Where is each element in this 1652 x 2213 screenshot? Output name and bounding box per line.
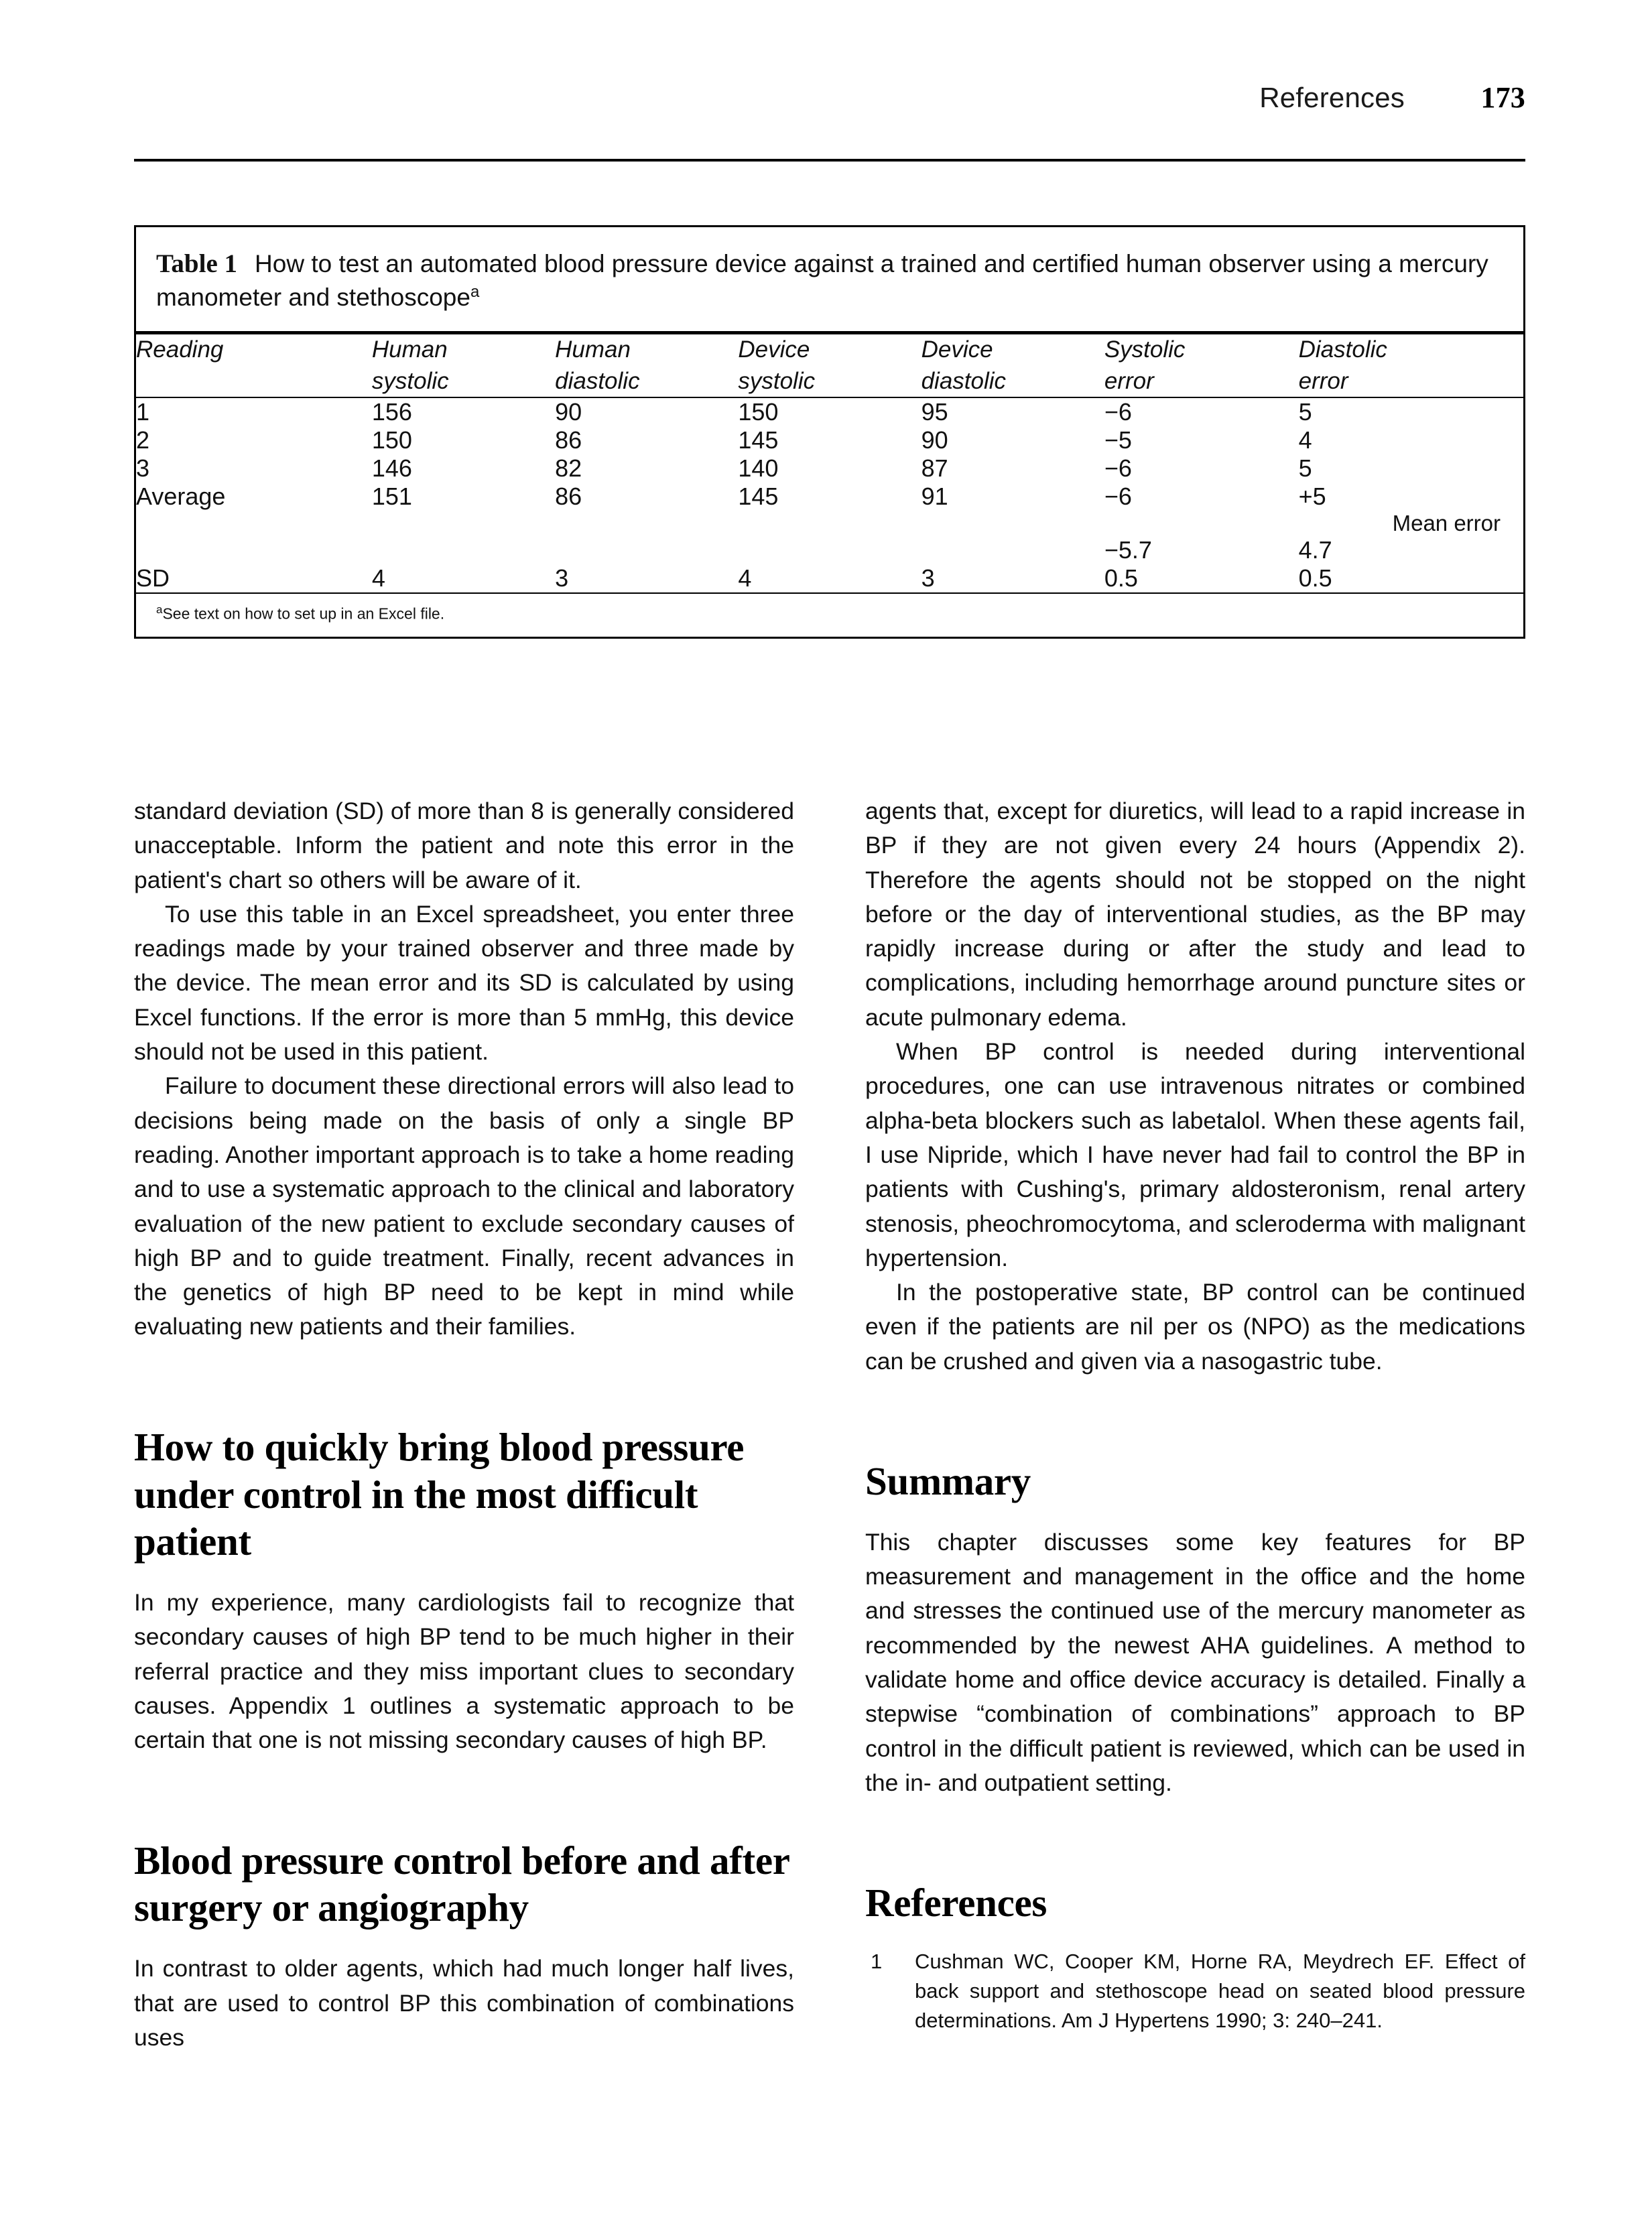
paragraph: When BP control is needed during interve… xyxy=(865,1038,1525,1271)
cell-reading: 3 xyxy=(136,454,150,483)
section-heading-quick-bp-control: How to quickly bring blood pressure unde… xyxy=(134,1424,745,1564)
table-1-grid: Reading Human systolic Human diastolic D… xyxy=(136,334,1523,397)
column-header-device-diastolic: Device diastolic xyxy=(921,336,1007,394)
cell-human-diastolic: 3 xyxy=(555,564,569,592)
paragraph: This chapter discusses some key features… xyxy=(865,1528,1525,1796)
table-row: 1 156 90 150 95 −6 5 xyxy=(136,398,1523,426)
references-list: 1 Cushman WC, Cooper KM, Horne RA, Meydr… xyxy=(865,1947,1525,2035)
cell-human-systolic: 156 xyxy=(371,398,412,426)
section-heading-bp-control-surgery: Blood pressure control before and after … xyxy=(134,1838,789,1930)
table-footnote: aSee text on how to set up in an Excel f… xyxy=(136,594,1523,637)
table-row-mean-error-label: Mean error xyxy=(136,511,1523,536)
column-left: standard deviation (SD) of more than 8 i… xyxy=(134,794,794,2055)
column-header-human-systolic: Human systolic xyxy=(371,336,449,394)
section-heading-summary: Summary xyxy=(865,1459,1031,1504)
cell-device-systolic: 150 xyxy=(738,398,779,426)
document-page: References 173 Table 1 How to test an aut… xyxy=(0,0,1652,2213)
cell-reading: 2 xyxy=(136,426,150,454)
cell-reading: Average xyxy=(136,483,226,511)
cell-device-systolic: 4 xyxy=(738,564,752,592)
section-heading-references: References xyxy=(865,1881,1047,1925)
cell-systolic-error: −5 xyxy=(1104,426,1132,454)
cell-human-systolic: 4 xyxy=(371,564,385,592)
paragraph: standard deviation (SD) of more than 8 i… xyxy=(134,798,794,893)
table-1-body: 1 156 90 150 95 −6 5 2 150 86 145 90 −5 … xyxy=(136,398,1523,592)
cell-human-systolic: 151 xyxy=(371,483,412,511)
paragraph: In the postoperative state, BP control c… xyxy=(865,1279,1525,1375)
cell-device-diastolic: 3 xyxy=(921,564,935,592)
cell-device-systolic: 145 xyxy=(738,483,779,511)
table-caption-number: Table 1 xyxy=(156,249,238,278)
table-caption: Table 1 How to test an automated blood pr… xyxy=(136,227,1523,331)
table-row-average: Average 151 86 145 91 −6 +5 xyxy=(136,483,1523,511)
paragraph: To use this table in an Excel spreadshee… xyxy=(134,900,794,1066)
cell-systolic-error: −6 xyxy=(1104,454,1132,483)
cell-diastolic-error: 5 xyxy=(1298,454,1312,483)
cell-device-systolic: 145 xyxy=(738,426,779,454)
column-header-systolic-error: Systolic error xyxy=(1104,336,1186,394)
cell-reading: 1 xyxy=(136,398,150,426)
paragraph: agents that, except for diuretics, will … xyxy=(865,798,1525,1031)
cell-human-systolic: 146 xyxy=(371,454,412,483)
paragraph: Failure to document these directional er… xyxy=(134,1072,794,1340)
cell-device-diastolic: 90 xyxy=(921,426,948,454)
cell-diastolic-error: 5 xyxy=(1298,398,1312,426)
reference-number: 1 xyxy=(871,1950,883,1974)
mean-error-diastolic: 4.7 xyxy=(1298,536,1332,564)
cell-human-diastolic: 86 xyxy=(555,483,582,511)
paragraph: In my experience, many cardiologists fai… xyxy=(134,1589,794,1754)
mean-error-systolic: −5.7 xyxy=(1104,536,1152,564)
cell-human-diastolic: 90 xyxy=(555,398,582,426)
cell-device-systolic: 140 xyxy=(738,454,779,483)
page-number: 173 xyxy=(1480,81,1525,114)
cell-systolic-error: −6 xyxy=(1104,398,1132,426)
cell-device-diastolic: 91 xyxy=(921,483,948,511)
reference-item: 1 Cushman WC, Cooper KM, Horne RA, Meydr… xyxy=(865,1947,1525,2035)
running-head-divider xyxy=(134,159,1525,162)
paragraph: In contrast to older agents, which had m… xyxy=(134,1955,794,2051)
cell-diastolic-error: 0.5 xyxy=(1298,564,1332,592)
cell-human-diastolic: 86 xyxy=(555,426,582,454)
running-head: References 173 xyxy=(134,80,1525,115)
cell-systolic-error: 0.5 xyxy=(1104,564,1138,592)
table-header-row: Reading Human systolic Human diastolic D… xyxy=(136,334,1523,397)
cell-diastolic-error: 4 xyxy=(1298,426,1312,454)
column-header-human-diastolic: Human diastolic xyxy=(555,336,640,394)
table-caption-text: How to test an automated blood pressure … xyxy=(156,250,1488,312)
table-row: 2 150 86 145 90 −5 4 xyxy=(136,426,1523,454)
column-header-device-systolic: Device systolic xyxy=(738,336,816,394)
table-1: Table 1 How to test an automated blood pr… xyxy=(134,225,1525,639)
column-header-reading: Reading xyxy=(136,336,224,363)
cell-human-systolic: 150 xyxy=(371,426,412,454)
running-head-label: References xyxy=(1259,82,1405,113)
cell-diastolic-error: +5 xyxy=(1298,483,1326,511)
mean-error-label: Mean error xyxy=(1392,511,1501,536)
column-header-diastolic-error: Diastolic error xyxy=(1298,336,1387,394)
table-row-mean-error-values: −5.7 4.7 xyxy=(136,536,1523,564)
table-row-sd: SD 4 3 4 3 0.5 0.5 xyxy=(136,564,1523,592)
cell-device-diastolic: 87 xyxy=(921,454,948,483)
cell-systolic-error: −6 xyxy=(1104,483,1132,511)
reference-text: Cushman WC, Cooper KM, Horne RA, Meydrec… xyxy=(915,1950,1525,2033)
cell-device-diastolic: 95 xyxy=(921,398,948,426)
cell-human-diastolic: 82 xyxy=(555,454,582,483)
table-caption-superscript: a xyxy=(470,282,480,301)
table-row: 3 146 82 140 87 −6 5 xyxy=(136,454,1523,483)
cell-reading: SD xyxy=(136,564,170,592)
table-footnote-text: See text on how to set up in an Excel fi… xyxy=(162,605,445,623)
column-right: agents that, except for diuretics, will … xyxy=(865,794,1525,2035)
